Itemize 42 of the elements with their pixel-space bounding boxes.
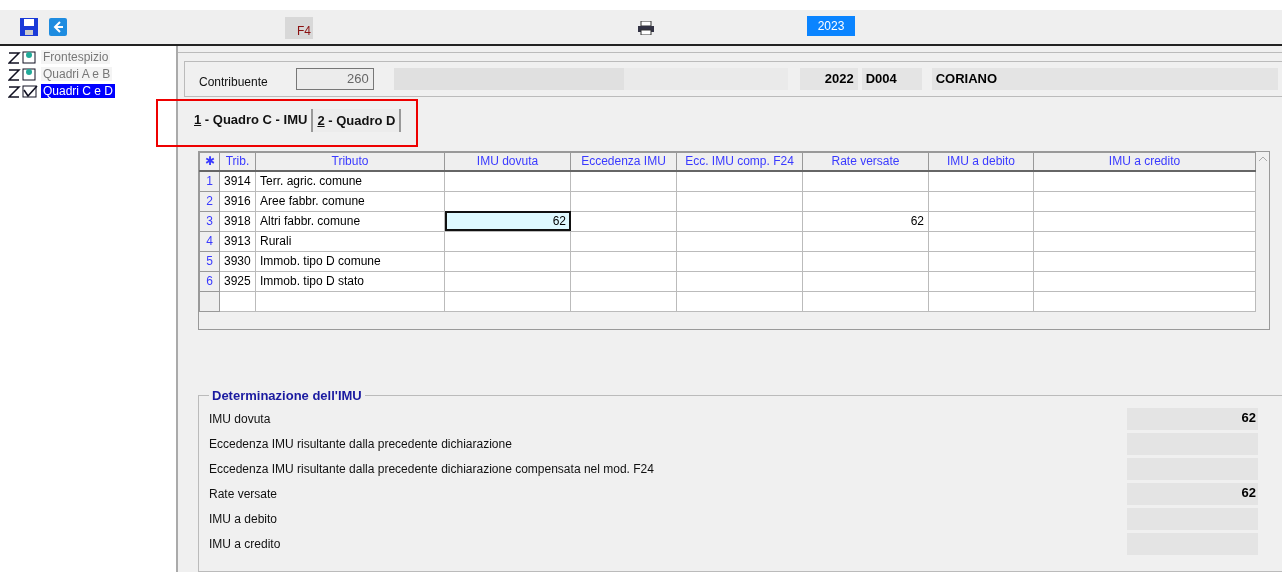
year-field: 2022 [799, 67, 858, 90]
field-label: IMU a debito [209, 512, 278, 527]
column-header: Ecc. IMU comp. F24 [676, 152, 803, 172]
field-label: IMU dovuta [209, 412, 271, 427]
column-header: Eccedenza IMU [570, 152, 677, 172]
tab[interactable]: 2 - Quadro D [313, 108, 402, 132]
checked-box-icon [8, 84, 38, 98]
table-cell[interactable]: 62 [444, 211, 571, 232]
shortcut-button[interactable]: F4 [285, 17, 313, 39]
form-icon [8, 67, 38, 81]
column-header: IMU a credito [1033, 152, 1256, 172]
code-field: D004 [861, 67, 922, 90]
save-icon[interactable] [20, 18, 38, 36]
column-header: IMU dovuta [444, 152, 571, 172]
row-number: 2 [199, 191, 220, 212]
column-header: Rate versate [802, 152, 929, 172]
value-field: 62 [1127, 408, 1258, 431]
sidebar-item[interactable]: Quadri A e B [41, 67, 113, 81]
sidebar-item[interactable]: Frontespizio [41, 50, 111, 64]
column-header: IMU a debito [928, 152, 1034, 172]
row-number: 3 [199, 211, 220, 232]
corner-header: ✱ [199, 152, 220, 172]
field-label: Contribuente [199, 74, 268, 89]
row-number: 1 [199, 171, 220, 192]
scroll-up-icon[interactable] [1259, 155, 1267, 161]
section-title: Determinazione dell'IMU [211, 388, 363, 403]
contribuente-field[interactable]: 260 [295, 67, 374, 90]
field-label: Rate versate [209, 487, 278, 502]
printer-icon[interactable] [638, 21, 654, 35]
row-number: 5 [199, 251, 220, 272]
column-header: Trib. [219, 152, 256, 172]
row-number: 4 [199, 231, 220, 252]
row-number: 6 [199, 271, 220, 292]
field-label: Eccedenza IMU risultante dalla precedente dichiarazione [209, 437, 512, 452]
value-field: 62 [1127, 483, 1258, 506]
municipality-field: CORIANO [931, 67, 1278, 90]
sidebar-item[interactable]: Quadri C e D [41, 84, 116, 98]
field-label: Eccedenza IMU risultante dalla precedente dichiarazione compensata nel mod. F24 [209, 462, 654, 477]
year-button[interactable]: 2023 [807, 16, 855, 36]
column-header: Tributo [255, 152, 445, 172]
field-label: IMU a credito [209, 537, 281, 552]
form-icon [8, 50, 38, 64]
